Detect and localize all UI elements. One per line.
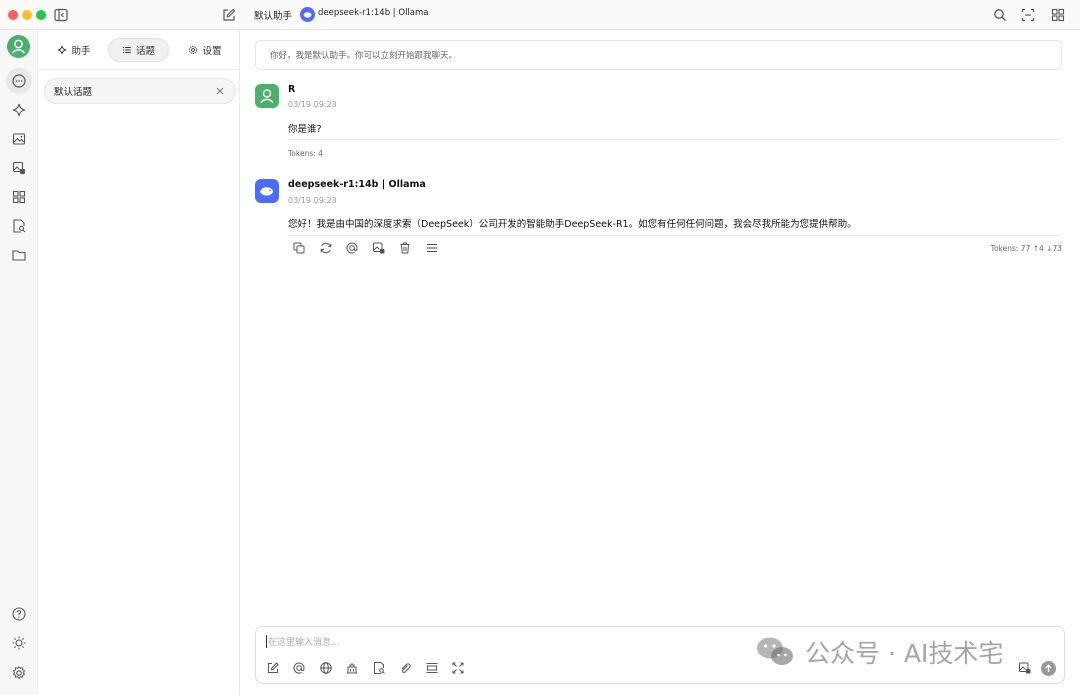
message-sender: deepseek-r1:14b | Ollama bbox=[288, 179, 426, 190]
message-text: 你是谁? bbox=[288, 124, 322, 135]
menu-icon[interactable] bbox=[425, 241, 439, 255]
avatar[interactable] bbox=[7, 35, 30, 58]
assistant-title: 默认助手 bbox=[254, 11, 293, 22]
delete-icon[interactable] bbox=[398, 241, 412, 255]
mention-icon[interactable] bbox=[292, 661, 306, 675]
tab-settings[interactable]: 设置 bbox=[177, 38, 233, 62]
arrow-up-icon bbox=[1045, 664, 1052, 672]
close-icon[interactable] bbox=[214, 85, 226, 97]
deepseek-avatar bbox=[255, 179, 279, 203]
token-count: Tokens: 4 bbox=[288, 149, 323, 158]
message-time: 03/19 09:23 bbox=[288, 100, 337, 109]
regenerate-icon[interactable] bbox=[319, 241, 333, 255]
gear-icon[interactable] bbox=[9, 663, 29, 683]
new-topic-icon[interactable] bbox=[266, 661, 280, 675]
assistant-greeting: 你好，我是默认助手。你可以立刻开始跟我聊天。 bbox=[255, 40, 1062, 70]
apps-grid-icon[interactable] bbox=[1050, 7, 1066, 23]
topic-label: 默认话题 bbox=[54, 87, 93, 98]
sun-icon[interactable] bbox=[9, 633, 29, 653]
title-bar: 默认助手 deepseek-r1:14b | Ollama bbox=[0, 0, 1080, 30]
tab-label: 话题 bbox=[135, 46, 155, 57]
expand-icon[interactable] bbox=[1020, 7, 1036, 23]
clear-context-icon[interactable] bbox=[425, 661, 439, 675]
mention-icon[interactable] bbox=[345, 241, 359, 255]
message-text: 您好！我是由中国的深度求索（DeepSeek）公司开发的智能助手DeepSeek… bbox=[288, 219, 857, 230]
file-search-icon[interactable] bbox=[9, 216, 29, 236]
message-divider bbox=[288, 139, 1062, 140]
chat-icon[interactable] bbox=[9, 71, 29, 91]
globe-icon[interactable] bbox=[319, 661, 333, 675]
watermark-text: 公众号 · AI技术宅 bbox=[805, 639, 1004, 668]
new-chat-icon[interactable] bbox=[221, 7, 237, 23]
knowledge-base-icon[interactable] bbox=[345, 661, 359, 675]
image-translate-icon[interactable] bbox=[9, 158, 29, 178]
deepseek-logo-icon bbox=[300, 7, 315, 22]
apps-icon[interactable] bbox=[9, 187, 29, 207]
chat-area: 你好，我是默认助手。你可以立刻开始跟我聊天。 R 03/19 09:23 你是谁… bbox=[240, 30, 1080, 695]
topic-sidebar: 助手 话题 设置 默认话题 bbox=[38, 30, 240, 695]
message-divider bbox=[288, 235, 1062, 236]
toggle-sidebar-icon[interactable] bbox=[53, 7, 69, 23]
file-search-icon[interactable] bbox=[372, 661, 386, 675]
nav-rail bbox=[0, 30, 38, 695]
paperclip-icon[interactable] bbox=[398, 661, 412, 675]
zoom-window-button[interactable] bbox=[36, 10, 46, 20]
wechat-logo-icon bbox=[755, 635, 795, 669]
tab-label: 助手 bbox=[71, 46, 91, 57]
image-icon[interactable] bbox=[9, 129, 29, 149]
tab-assistants[interactable]: 助手 bbox=[48, 38, 100, 62]
list-icon bbox=[122, 46, 131, 54]
model-selector[interactable]: deepseek-r1:14b | Ollama bbox=[318, 8, 428, 18]
message-time: 03/19 09:23 bbox=[288, 196, 337, 205]
topic-item-default[interactable]: 默认话题 bbox=[44, 78, 236, 104]
token-count: Tokens: 77 ↑4 ↓73 bbox=[990, 244, 1062, 253]
message-sender: R bbox=[288, 84, 296, 95]
gear-icon bbox=[189, 46, 198, 54]
image-translate-icon[interactable] bbox=[372, 241, 386, 255]
message-input[interactable]: 在这里输入消息... bbox=[266, 635, 340, 648]
minimize-window-button[interactable] bbox=[22, 10, 32, 20]
folder-icon[interactable] bbox=[9, 245, 29, 265]
fullscreen-icon[interactable] bbox=[451, 661, 465, 675]
tab-topics[interactable]: 话题 bbox=[108, 38, 169, 62]
sparkle-icon bbox=[58, 45, 67, 55]
tab-label: 设置 bbox=[202, 46, 222, 57]
sparkle-icon[interactable] bbox=[9, 100, 29, 120]
copy-icon[interactable] bbox=[292, 241, 306, 255]
send-button[interactable] bbox=[1041, 661, 1056, 676]
sidebar-tabs: 助手 话题 设置 bbox=[38, 30, 240, 70]
help-icon[interactable] bbox=[9, 604, 29, 624]
close-window-button[interactable] bbox=[8, 10, 18, 20]
user-avatar bbox=[255, 84, 279, 108]
image-translate-icon[interactable] bbox=[1018, 661, 1032, 675]
search-icon[interactable] bbox=[992, 7, 1008, 23]
watermark: 公众号 · AI技术宅 bbox=[755, 632, 1003, 672]
